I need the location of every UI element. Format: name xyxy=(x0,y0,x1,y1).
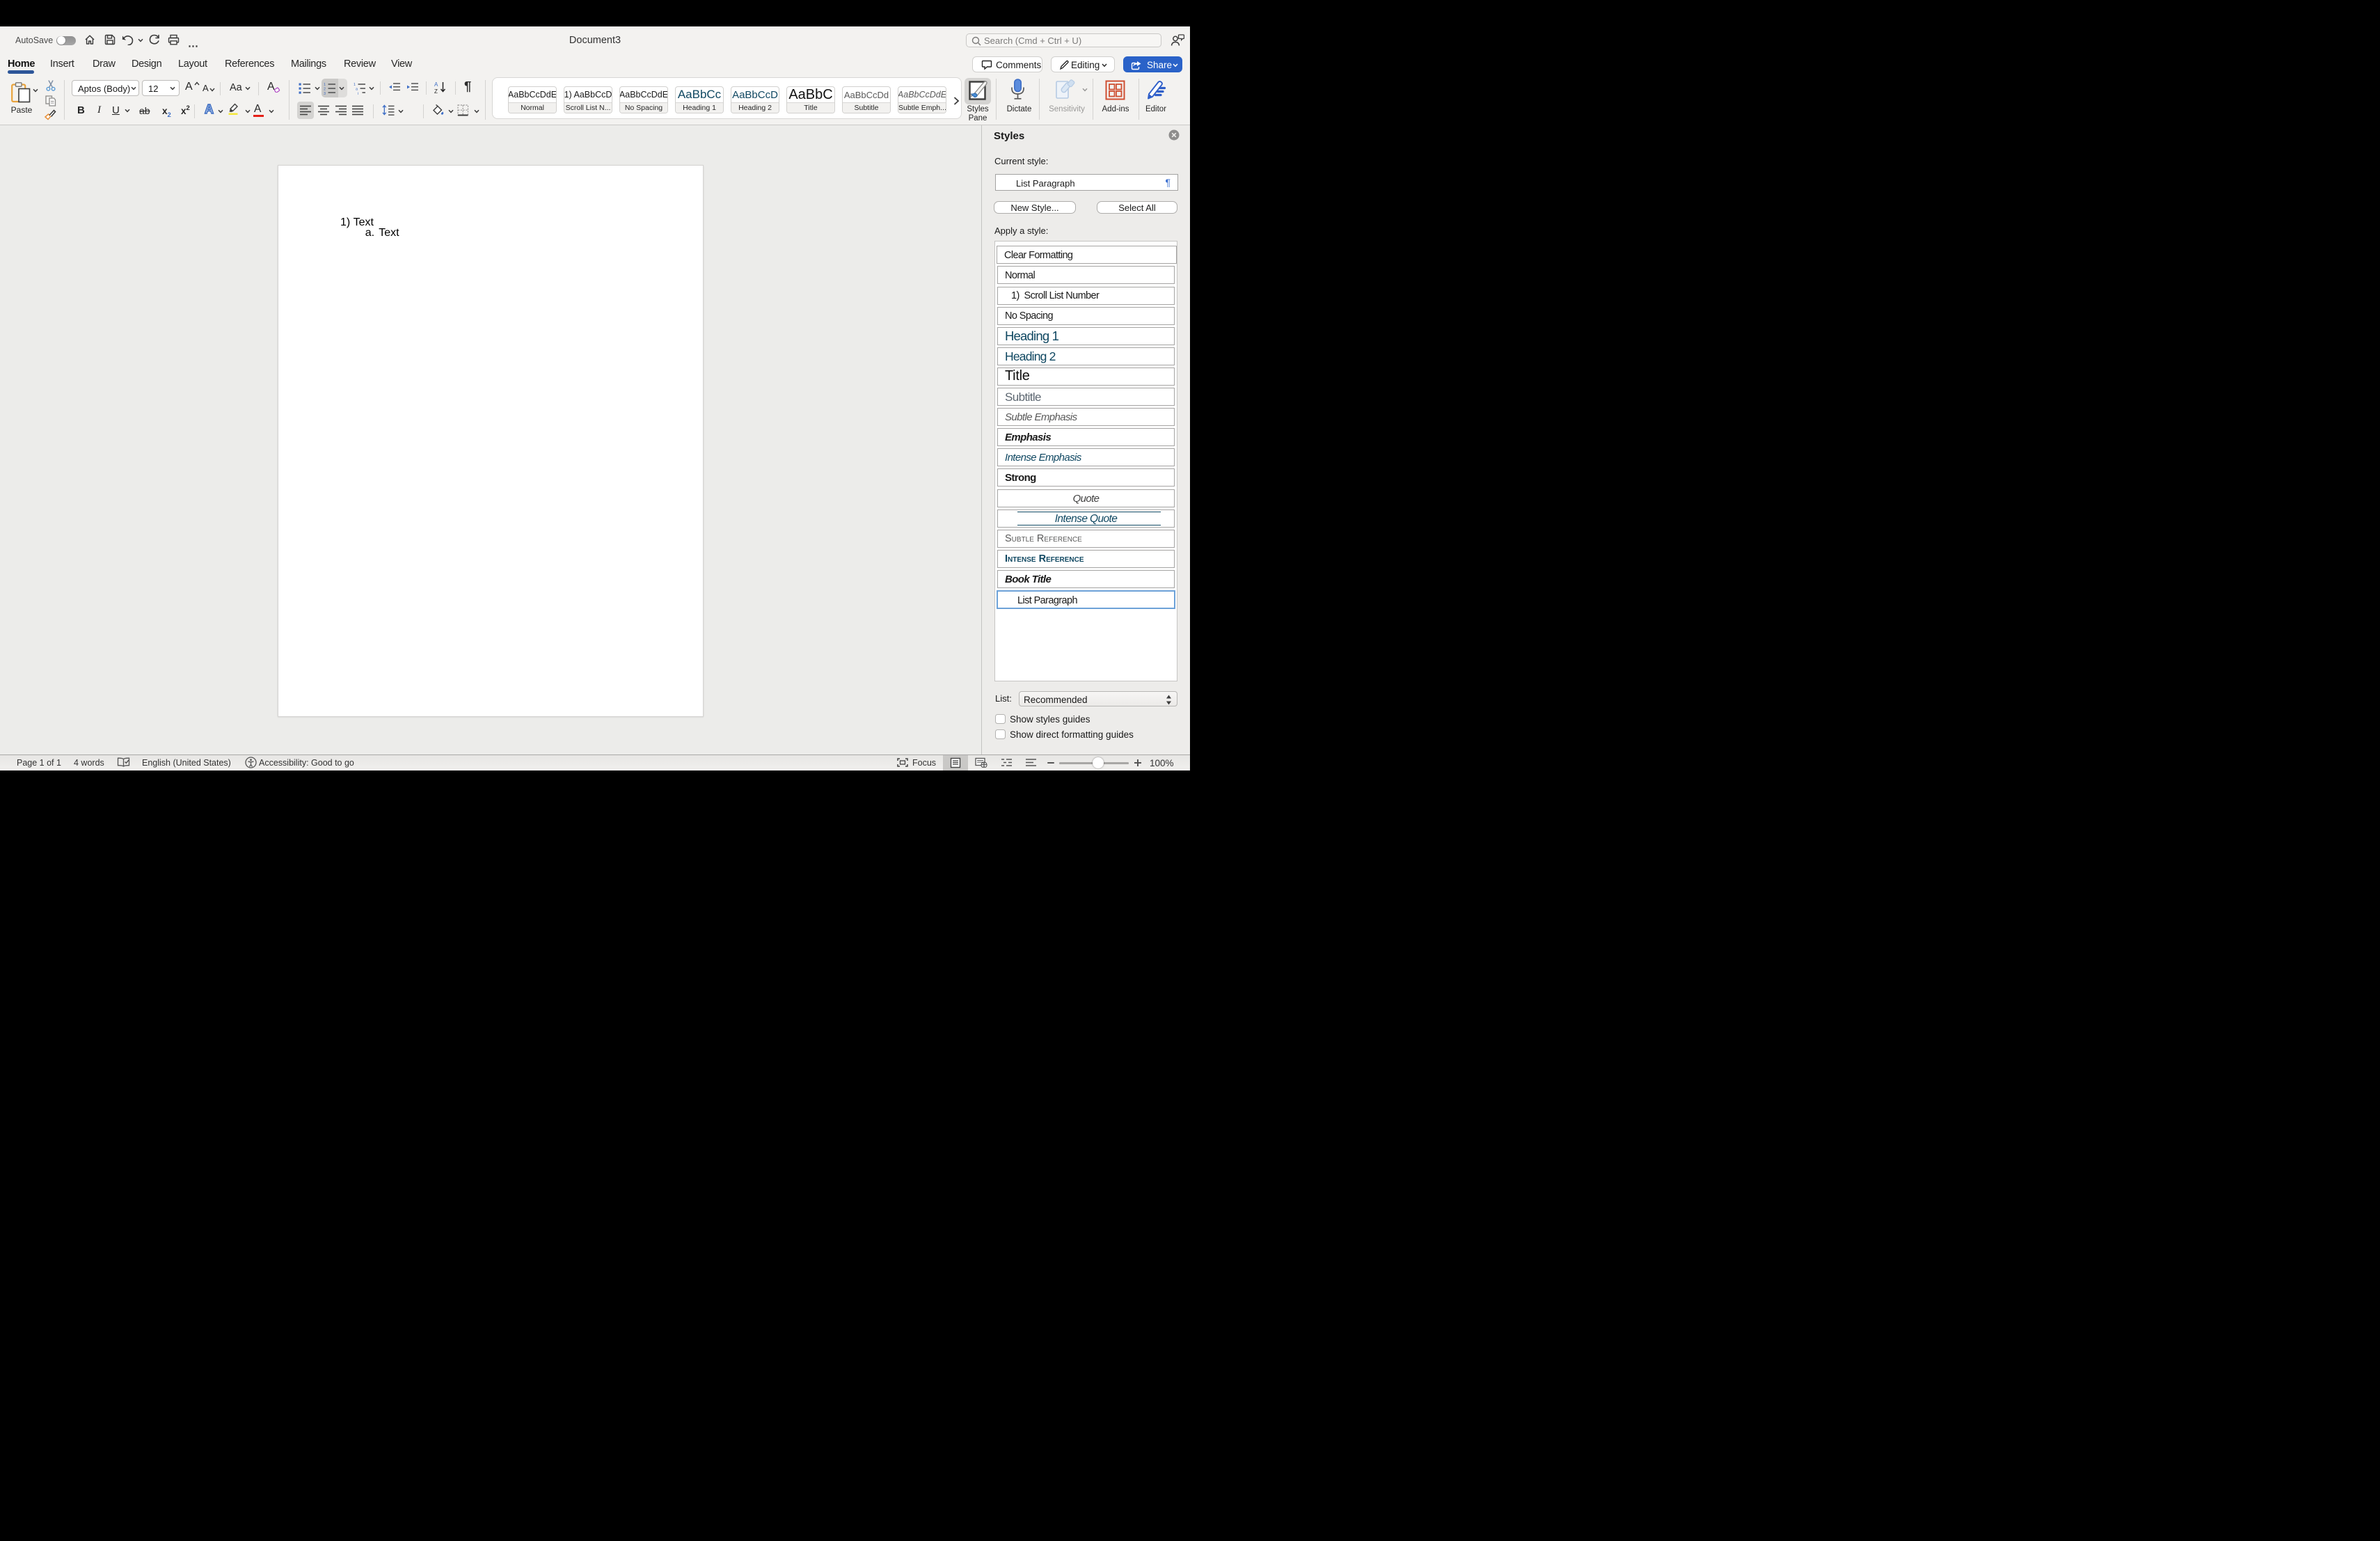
svg-text:2: 2 xyxy=(324,88,326,92)
svg-text:3: 3 xyxy=(324,92,326,95)
svg-text:a: a xyxy=(356,88,358,92)
svg-text:1: 1 xyxy=(324,83,326,87)
svg-text:1: 1 xyxy=(354,83,356,87)
svg-text:Z: Z xyxy=(434,88,438,94)
svg-text:A: A xyxy=(434,81,438,88)
